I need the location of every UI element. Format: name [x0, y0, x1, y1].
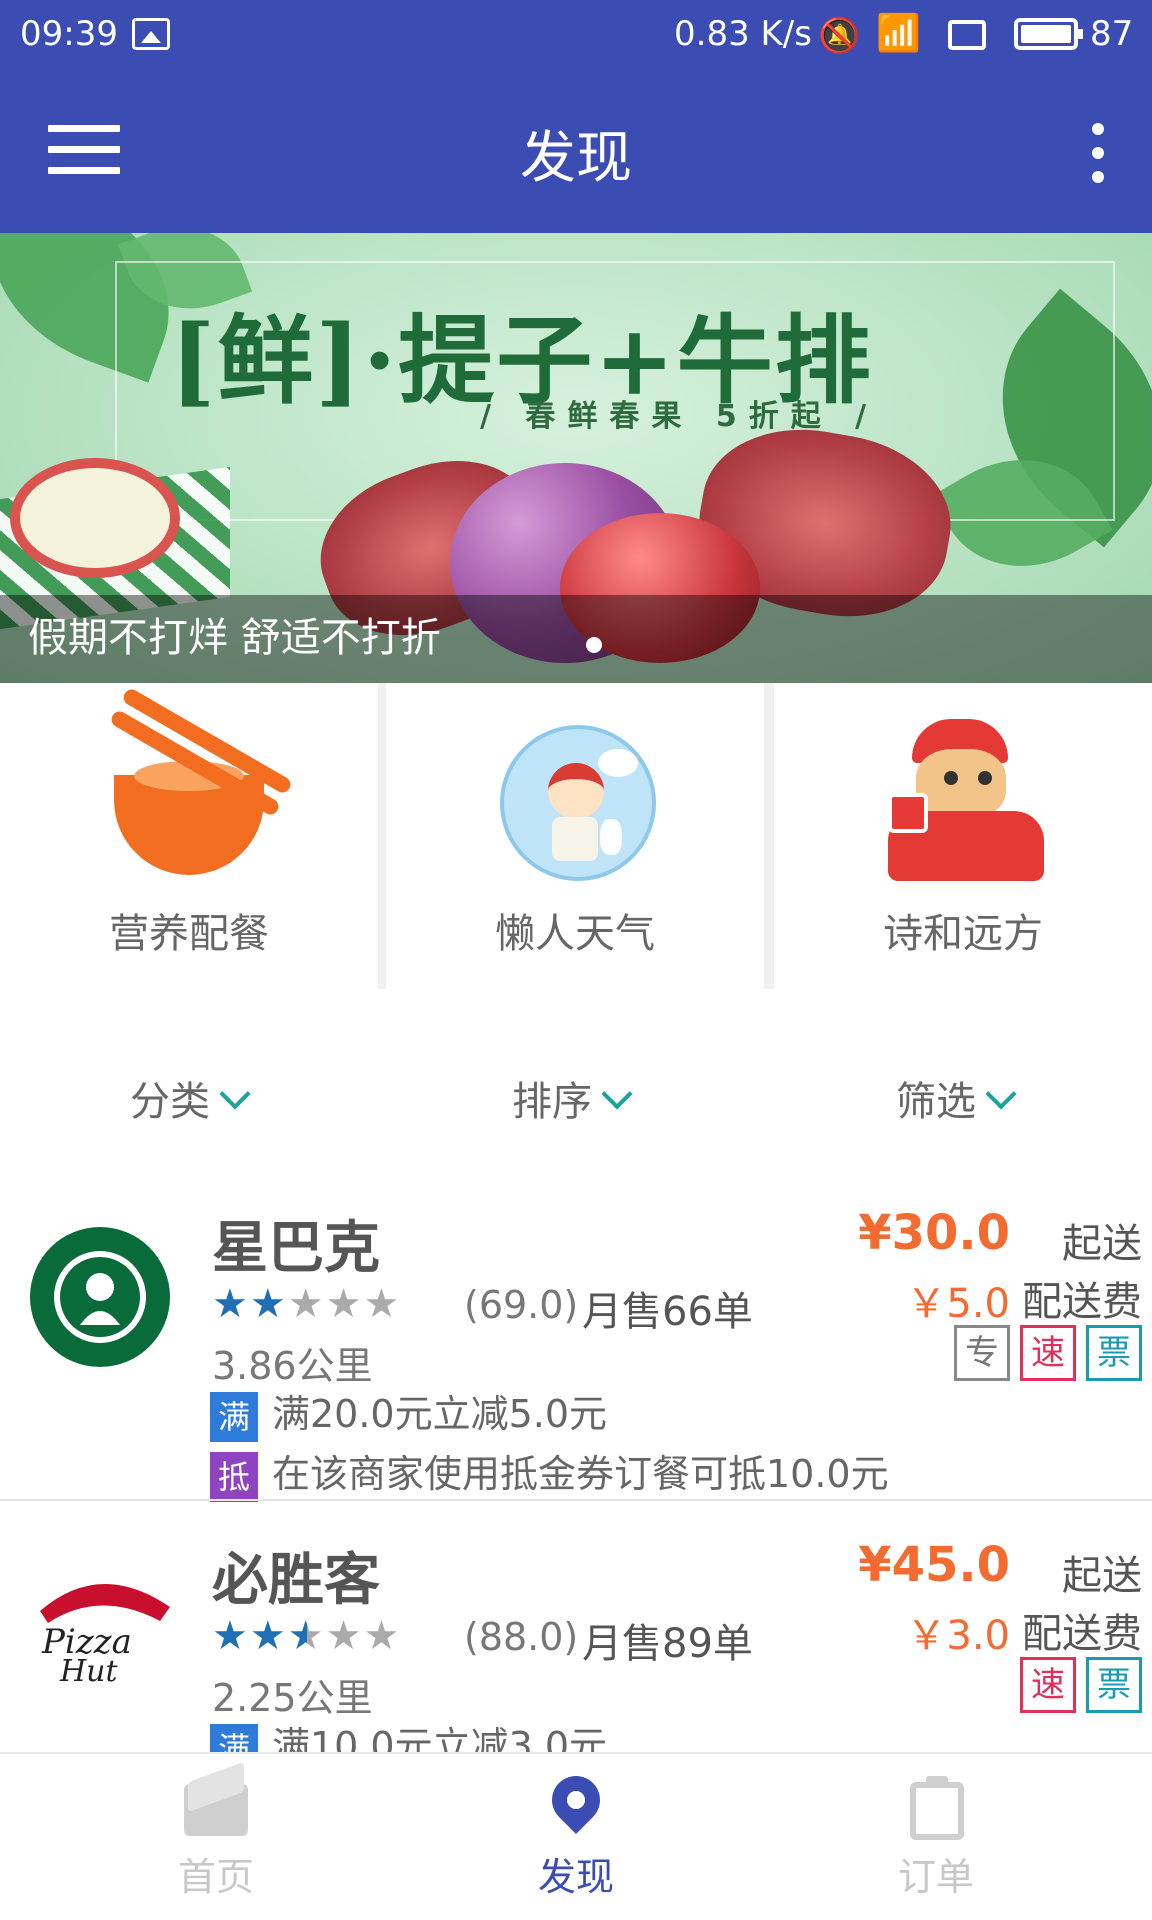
min-order-label: 起送 [1062, 1553, 1142, 1599]
chevron-down-icon [601, 1078, 633, 1110]
star-icon: ★ [363, 1613, 402, 1659]
clipboard-icon [910, 1776, 964, 1840]
shop-name: 必胜客 [212, 1548, 380, 1613]
delivery-bear-icon [878, 715, 1048, 885]
tile-lazy-weather[interactable]: 懒人天气 [386, 683, 764, 989]
shop-badges: 专速票 [944, 1325, 1142, 1381]
image-notification-icon [132, 18, 170, 50]
nav-discover[interactable]: 发现 [384, 1754, 768, 1920]
nav-orders[interactable]: 订单 [744, 1754, 1128, 1920]
min-order-price: ¥30.0 [858, 1205, 1010, 1261]
badge-fast: 速 [1020, 1657, 1076, 1713]
shop-name: 星巴克 [212, 1216, 380, 1281]
list-divider [0, 1499, 1152, 1501]
promo-text: 在该商家使用抵金券订餐可抵10.0元 [272, 1452, 889, 1496]
min-order-price: ¥45.0 [858, 1537, 1010, 1593]
nav-label: 订单 [897, 1855, 974, 1899]
banner-caption: 假期不打烊 舒适不打折 [28, 615, 441, 661]
rating-stars: ★★★★★ [212, 1281, 401, 1327]
tile-nutrition-meal[interactable]: 营养配餐 [0, 683, 378, 989]
distance: 2.25公里 [212, 1676, 373, 1720]
badge-invoice: 票 [1086, 1657, 1142, 1713]
milk-cup-image [10, 458, 180, 578]
bottom-navigation: 首页 发现 订单 [0, 1752, 1152, 1920]
filter-sort[interactable]: 排序 [512, 1069, 633, 1127]
delivery-fee-label: 配送费 [1022, 1611, 1142, 1657]
delivery-fee-label: 配送费 [1022, 1279, 1142, 1325]
shop-logo [0, 1217, 200, 1377]
monthly-sales: 月售66单 [582, 1289, 753, 1335]
star-icon: ★ [363, 1281, 402, 1327]
promo-discount: 满满20.0元立减5.0元 [210, 1383, 607, 1442]
badge-fast: 速 [1020, 1325, 1076, 1381]
min-order-label: 起送 [1062, 1221, 1142, 1267]
shop-list-item[interactable]: Pizza Hut 必胜客 ★★★★★ (88.0) 月售89单 2.25公里 … [0, 1521, 1152, 1752]
carousel-indicator[interactable] [586, 637, 602, 653]
status-bar: 09:39 0.83 K/s 🔕 📶 87 [0, 0, 1152, 75]
star-icon: ★ [212, 1281, 250, 1327]
filter-label: 筛选 [896, 1079, 976, 1125]
page-title: 发现 [520, 126, 632, 191]
badge-invoice: 票 [1086, 1325, 1142, 1381]
promo-text: 满10.0元立减3.0元 [272, 1724, 608, 1752]
filter-screen[interactable]: 筛选 [896, 1069, 1017, 1127]
quick-tiles: 营养配餐 懒人天气 诗和远方 [0, 683, 1152, 989]
star-icon: ★ [212, 1613, 250, 1659]
wifi-icon: 📶 [876, 13, 921, 54]
weather-girl-icon [490, 715, 660, 885]
rating-score: (69.0) [464, 1283, 579, 1327]
star-half-icon: ★ [287, 1613, 326, 1659]
battery-icon [1014, 18, 1083, 50]
star-icon: ★ [287, 1281, 326, 1327]
filter-label: 分类 [130, 1079, 210, 1125]
rating-stars: ★★★★★ [212, 1613, 401, 1659]
filter-bar: 分类 排序 筛选 [0, 1019, 1152, 1169]
tile-poetry-distance[interactable]: 诗和远方 [774, 683, 1152, 989]
star-icon: ★ [325, 1281, 364, 1327]
bell-muted-icon: 🔕 [818, 16, 861, 56]
delivery-fee: ￥5.0 [906, 1281, 1010, 1327]
promo-tag: 抵 [210, 1451, 258, 1502]
star-icon: ★ [325, 1613, 364, 1659]
tile-label: 营养配餐 [109, 911, 269, 957]
star-icon: ★ [249, 1281, 288, 1327]
location-pin-icon [542, 1766, 610, 1834]
nav-home[interactable]: 首页 [24, 1754, 408, 1920]
home-icon [184, 1784, 248, 1836]
promo-discount: 满满10.0元立减3.0元 [210, 1715, 607, 1752]
app-bar: 发现 [0, 75, 1152, 233]
delivery-fee: ￥3.0 [906, 1613, 1010, 1659]
bowl-chopsticks-icon [104, 686, 294, 885]
banner-subline: / 春鲜春果 5折起 / [480, 399, 879, 434]
star-icon: ★ [249, 1613, 288, 1659]
tile-label: 懒人天气 [495, 911, 655, 957]
filter-label: 排序 [512, 1079, 592, 1125]
tile-label: 诗和远方 [883, 911, 1043, 957]
battery-level: 87 [1090, 14, 1134, 54]
shop-list-item[interactable]: 星巴克 ★★★★★ (69.0) 月售66单 3.86公里 ¥30.0 起送 ￥… [0, 1189, 1152, 1502]
shop-badges: 速票 [1010, 1657, 1142, 1713]
more-options-icon[interactable] [1088, 123, 1108, 185]
promo-tag: 满 [210, 1391, 258, 1442]
promo-voucher: 抵在该商家使用抵金券订餐可抵10.0元 [210, 1443, 889, 1502]
chevron-down-icon [985, 1078, 1017, 1110]
filter-category[interactable]: 分类 [130, 1069, 251, 1127]
monthly-sales: 月售89单 [582, 1621, 753, 1667]
promo-banner[interactable]: [鲜]·提子+牛排 / 春鲜春果 5折起 / 假期不打烊 舒适不打折 [0, 233, 1152, 683]
sim-icon [948, 20, 986, 50]
shop-logo: Pizza Hut [0, 1549, 200, 1709]
nav-label: 发现 [537, 1855, 614, 1899]
promo-tag: 满 [210, 1723, 258, 1752]
nav-label: 首页 [177, 1855, 254, 1899]
rating-score: (88.0) [464, 1615, 579, 1659]
status-time: 09:39 [20, 14, 118, 54]
badge-special: 专 [954, 1325, 1010, 1381]
promo-text: 满20.0元立减5.0元 [272, 1392, 608, 1436]
network-speed: 0.83 K/s [674, 14, 812, 54]
chevron-down-icon [219, 1078, 251, 1110]
svg-text:Hut: Hut [59, 1654, 118, 1689]
distance: 3.86公里 [212, 1344, 373, 1388]
